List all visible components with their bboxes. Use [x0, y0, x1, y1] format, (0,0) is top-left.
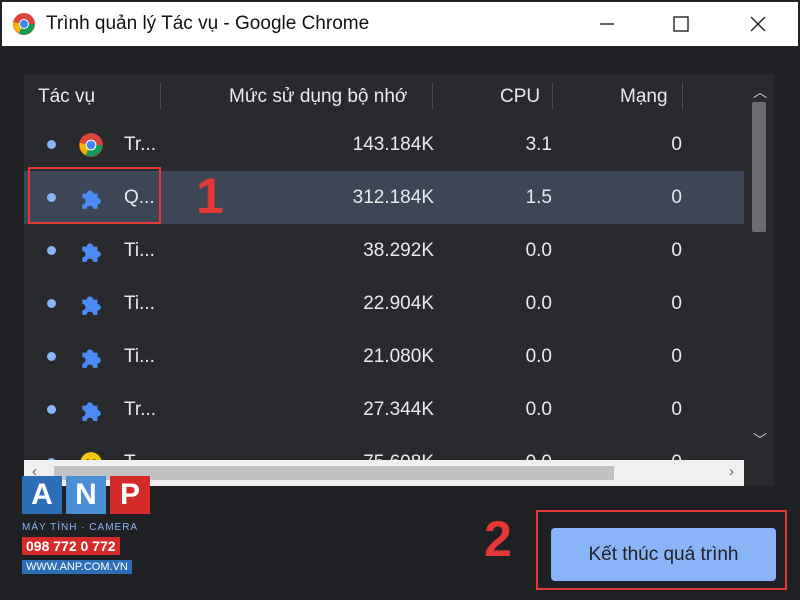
memory-value: 22.904K — [363, 293, 434, 314]
column-separator[interactable] — [682, 82, 683, 110]
annotation-step-2: 2 — [484, 511, 512, 567]
row-status-dot — [47, 299, 56, 308]
chrome-logo-icon — [13, 13, 35, 35]
anp-watermark-logo: A N P MÁY TÍNH · CAMERA 098 772 0 772 WW… — [22, 476, 158, 586]
task-name: Ti... — [124, 293, 155, 314]
cpu-value: 0.0 — [525, 240, 552, 261]
memory-value: 27.344K — [363, 399, 434, 420]
column-separator[interactable] — [160, 82, 161, 110]
memory-value: 21.080K — [363, 346, 434, 367]
logo-letters: A N P — [22, 476, 158, 514]
task-name: Ti... — [124, 346, 155, 367]
vertical-scrollbar[interactable]: ︿ ﹀ — [744, 74, 774, 460]
extension-puzzle-icon — [82, 243, 101, 262]
network-value: 0 — [671, 293, 682, 314]
network-value: 0 — [671, 187, 682, 208]
memory-value: 38.292K — [363, 240, 434, 261]
task-name: Tr... — [124, 134, 157, 155]
logo-letter-a: A — [22, 476, 62, 514]
column-header-memory[interactable]: Mức sử dụng bộ nhớ — [229, 86, 407, 108]
vertical-scroll-thumb[interactable] — [752, 102, 766, 232]
table-row[interactable]: Tr... 143.184K 3.1 0 — [24, 118, 744, 171]
close-icon — [750, 16, 766, 32]
network-value: 0 — [671, 240, 682, 261]
window-title-bar[interactable]: Trình quản lý Tác vụ - Google Chrome — [2, 2, 798, 46]
row-status-dot — [47, 140, 56, 149]
memory-value: 312.184K — [352, 187, 434, 208]
cpu-value: 0.0 — [525, 346, 552, 367]
row-status-dot — [47, 352, 56, 361]
network-value: 0 — [671, 399, 682, 420]
cpu-value: 3.1 — [525, 134, 552, 155]
cpu-value: 1.5 — [525, 187, 552, 208]
table-row[interactable]: Ti... 22.904K 0.0 0 — [24, 277, 744, 330]
scroll-right-icon[interactable]: › — [729, 463, 734, 480]
window-title: Trình quản lý Tác vụ - Google Chrome — [46, 13, 370, 34]
annotation-step-1: 1 — [196, 168, 224, 224]
scroll-up-icon[interactable]: ︿ — [753, 82, 767, 102]
row-status-dot — [47, 405, 56, 414]
logo-subtitle: MÁY TÍNH · CAMERA — [22, 522, 139, 533]
network-value: 0 — [671, 346, 682, 367]
maximize-icon — [673, 16, 689, 32]
logo-phone: 098 772 0 772 — [22, 537, 120, 555]
task-name: Ti... — [124, 240, 155, 261]
column-separator[interactable] — [552, 82, 553, 110]
extension-puzzle-icon — [82, 296, 101, 315]
table-row[interactable]: Ti... 38.292K 0.0 0 — [24, 224, 744, 277]
column-header-cpu[interactable]: CPU — [500, 86, 540, 108]
task-table: Tác vụ Mức sử dụng bộ nhớ CPU Mạng Tr... — [24, 74, 774, 486]
row-status-dot — [47, 246, 56, 255]
cpu-value: 0.0 — [525, 399, 552, 420]
task-name: Tr... — [124, 399, 157, 420]
column-separator[interactable] — [432, 82, 433, 110]
cpu-value: 0.0 — [525, 293, 552, 314]
column-header-network[interactable]: Mạng — [620, 86, 668, 108]
chrome-icon — [79, 133, 103, 157]
memory-value: 143.184K — [352, 134, 434, 155]
extension-puzzle-icon — [82, 402, 101, 421]
network-value: 0 — [671, 134, 682, 155]
logo-letter-p: P — [110, 476, 150, 514]
logo-letter-n: N — [66, 476, 106, 514]
annotation-highlight-row — [28, 167, 161, 224]
minimize-icon — [600, 23, 614, 25]
extension-puzzle-icon — [82, 349, 101, 368]
table-row[interactable]: Ti... 21.080K 0.0 0 — [24, 330, 744, 383]
minimize-button[interactable] — [585, 6, 629, 42]
table-row[interactable]: Tr... 27.344K 0.0 0 — [24, 383, 744, 436]
column-header-task[interactable]: Tác vụ — [38, 86, 95, 108]
maximize-button[interactable] — [659, 6, 703, 42]
scroll-down-icon[interactable]: ﹀ — [753, 430, 767, 450]
annotation-highlight-button — [536, 510, 787, 590]
logo-website: WWW.ANP.COM.VN — [22, 560, 132, 574]
close-button[interactable] — [736, 6, 780, 42]
table-header: Tác vụ Mức sử dụng bộ nhớ CPU Mạng — [24, 74, 744, 118]
